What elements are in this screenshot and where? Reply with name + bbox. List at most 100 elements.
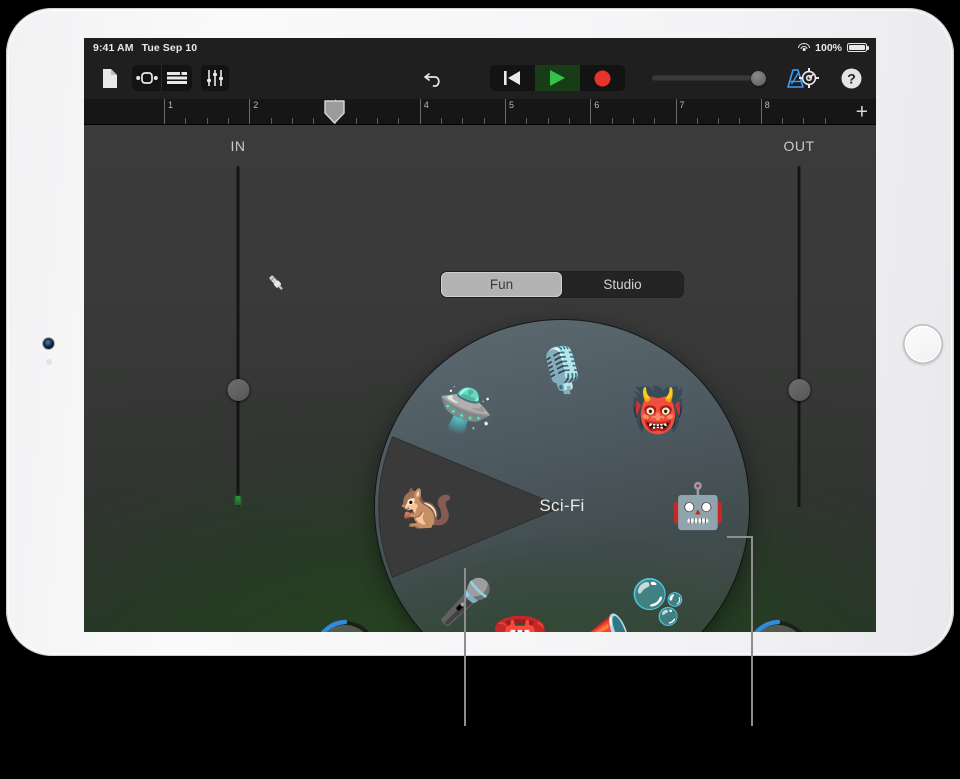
ruler-tick: [270, 118, 272, 124]
segment-fun[interactable]: Fun: [441, 272, 562, 297]
ruler-tick: [483, 118, 485, 124]
ruler-tick: [291, 118, 293, 124]
ruler-ticks: 12345678: [164, 99, 846, 124]
ruler-tick: [547, 118, 549, 124]
ruler-tick: [377, 118, 379, 124]
track-view-icon[interactable]: [132, 65, 162, 91]
track-list-icon[interactable]: [162, 65, 192, 91]
add-track-button[interactable]: +: [856, 101, 868, 122]
output-fader[interactable]: OUT: [764, 125, 834, 632]
ruler-bar-marker: 8: [760, 99, 770, 124]
ruler-tick: [398, 118, 400, 124]
ruler-bar-number: 1: [168, 100, 174, 110]
output-fader-thumb[interactable]: [788, 379, 810, 401]
tone-knob-arc: [320, 619, 348, 632]
input-level-meter: [235, 496, 241, 505]
undo-button[interactable]: [420, 65, 448, 91]
ruler-tick: [526, 118, 528, 124]
gear-icon[interactable]: [795, 65, 823, 91]
ruler-tick: [782, 118, 784, 124]
fun-studio-segmented-control[interactable]: Fun Studio: [441, 272, 683, 297]
ufo-sci-fi-icon[interactable]: 🛸: [435, 380, 497, 442]
effect-selector-dial[interactable]: Sci-Fi 🎙️👹🤖🫧📣☎️🎤🐿️🛸: [375, 320, 749, 632]
tone-knob[interactable]: Tone: [314, 619, 376, 632]
status-time: 9:41 AM: [93, 41, 134, 54]
robot-icon[interactable]: 🤖: [667, 476, 729, 538]
chipmunk-icon[interactable]: 🐿️: [395, 476, 457, 538]
record-button[interactable]: [580, 65, 625, 91]
ruler-bar-marker: 7: [675, 99, 685, 124]
input-fader-thumb[interactable]: [227, 379, 249, 401]
view-toggle-group: [132, 65, 192, 91]
output-fader-label: OUT: [783, 138, 815, 154]
play-button[interactable]: [535, 65, 580, 91]
ipad-screen: 9:41 AM Tue Sep 10 100% ? 1 2 4 5 6 7 8 …: [84, 38, 876, 632]
tone-knob-face[interactable]: [317, 619, 373, 632]
home-button[interactable]: [903, 324, 943, 364]
volume-slider-thumb[interactable]: [751, 70, 766, 86]
playhead[interactable]: [324, 100, 345, 124]
ruler-bar-marker: 1: [164, 99, 173, 124]
ruler-tick: [206, 118, 208, 124]
ruler-tick: [739, 118, 741, 124]
rewind-button[interactable]: [490, 65, 535, 91]
ruler-bar-marker: 2: [249, 99, 258, 124]
ruler-tick: [718, 118, 720, 124]
ruler-tick: [313, 118, 315, 124]
megaphone-icon[interactable]: 📣: [573, 605, 635, 632]
telephone-icon[interactable]: ☎️: [489, 605, 551, 632]
pitch-knob-face[interactable]: [750, 619, 806, 632]
ruler-tick: [185, 118, 187, 124]
plugin-workspace: IN OUT Fun Studio Sci-Fi 🎙️ 👹 🤖 🫧 🎤 🐿️ 🛸: [84, 125, 876, 632]
ruler-tick: [611, 118, 613, 124]
segment-studio[interactable]: Studio: [562, 272, 683, 297]
status-bar: 9:41 AM Tue Sep 10 100%: [84, 38, 876, 57]
front-camera: [43, 338, 54, 349]
pitch-knob-arc: [753, 619, 781, 632]
ruler-tick: [355, 118, 357, 124]
ruler-bar-number: 2: [253, 100, 259, 110]
input-jack-icon[interactable]: [266, 273, 286, 298]
my-songs-button[interactable]: [95, 65, 123, 91]
ruler-tick: [696, 118, 698, 124]
microphone-vocal-icon[interactable]: 🎙️: [531, 340, 593, 402]
ruler-tick: [803, 118, 805, 124]
wifi-icon: [798, 43, 811, 52]
callout-line-pitch: [727, 536, 753, 726]
ruler-tick: [824, 118, 826, 124]
input-fader-label: IN: [230, 138, 246, 154]
ruler-bar-marker: 5: [505, 99, 514, 124]
ruler-bar-number: 8: [764, 100, 770, 110]
ruler-tick: [568, 118, 570, 124]
pitch-knob[interactable]: Pitch: [747, 619, 809, 632]
mixer-sliders-icon[interactable]: [201, 65, 229, 91]
input-fader[interactable]: IN: [203, 125, 273, 632]
svg-text:?: ?: [847, 70, 856, 86]
ruler-tick: [654, 118, 656, 124]
timeline-ruler[interactable]: 12345678 +: [84, 99, 876, 125]
battery-percent: 100%: [815, 41, 842, 54]
callout-line-dial: [464, 568, 466, 726]
input-fader-track[interactable]: [227, 166, 249, 507]
ruler-tick: [462, 118, 464, 124]
ruler-bar-number: 4: [423, 100, 429, 110]
ruler-tick: [227, 118, 229, 124]
ruler-bar-number: 6: [594, 100, 600, 110]
ruler-bar-marker: 6: [590, 99, 599, 124]
ruler-bar-number: 7: [679, 100, 685, 110]
monster-icon[interactable]: 👹: [627, 380, 689, 442]
output-fader-track[interactable]: [788, 166, 810, 507]
ruler-tick: [441, 118, 443, 124]
status-date: Tue Sep 10: [141, 41, 198, 54]
help-icon[interactable]: ?: [837, 65, 865, 91]
transport-controls: [490, 65, 625, 91]
toolbar: ?: [84, 57, 876, 99]
bubbles-icon[interactable]: 🫧: [627, 572, 689, 632]
ruler-bar-marker: 4: [419, 99, 429, 124]
ruler-bar-number: 5: [509, 100, 515, 110]
ambient-light-sensor: [46, 359, 52, 365]
master-volume-slider[interactable]: [652, 70, 766, 86]
ruler-tick: [632, 118, 634, 124]
screenshot-root: 9:41 AM Tue Sep 10 100% ? 1 2 4 5 6 7 8 …: [0, 0, 960, 779]
battery-icon: [847, 42, 869, 53]
